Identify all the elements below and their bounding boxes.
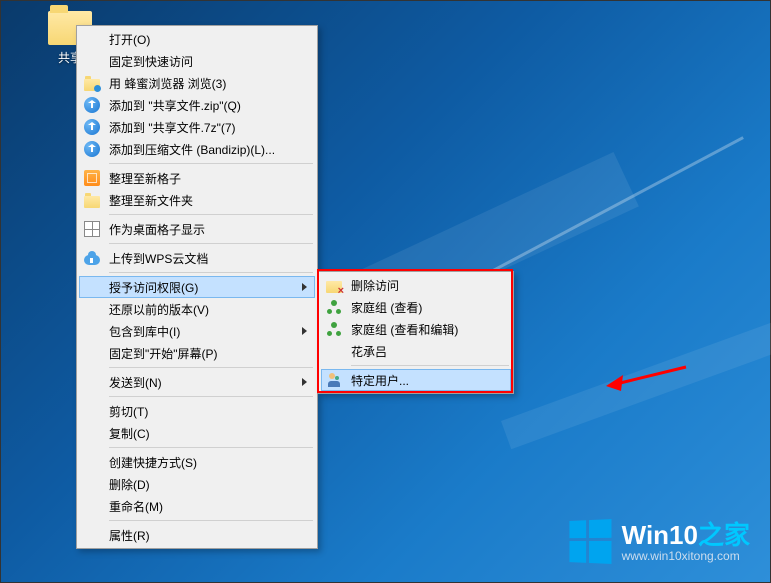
menu-restore-previous[interactable]: 还原以前的版本(V) <box>79 298 315 320</box>
homegroup-icon <box>326 321 342 337</box>
menu-copy[interactable]: 复制(C) <box>79 422 315 444</box>
menu-separator <box>109 447 313 448</box>
light-beam <box>501 250 771 449</box>
submenu-arrow-icon <box>302 327 307 335</box>
menu-create-shortcut[interactable]: 创建快捷方式(S) <box>79 451 315 473</box>
submenu-specific-users[interactable]: 特定用户... <box>321 369 511 391</box>
users-icon <box>326 372 342 388</box>
watermark-title: Win10之家 <box>622 521 750 550</box>
menu-tidy-grid[interactable]: 整理至新格子 <box>79 167 315 189</box>
grid-icon <box>84 170 100 186</box>
grid-icon <box>84 221 100 237</box>
watermark: Win10之家 www.win10xitong.com <box>568 520 750 564</box>
menu-separator <box>109 272 313 273</box>
browser-icon <box>84 79 100 91</box>
menu-cut[interactable]: 剪切(T) <box>79 400 315 422</box>
menu-tidy-folder[interactable]: 整理至新文件夹 <box>79 189 315 211</box>
menu-open[interactable]: 打开(O) <box>79 28 315 50</box>
menu-add-archive[interactable]: 添加到压缩文件 (Bandizip)(L)... <box>79 138 315 160</box>
submenu-remove-access[interactable]: 删除访问 <box>321 274 511 296</box>
archive-icon <box>84 119 100 135</box>
menu-add-7z[interactable]: 添加到 "共享文件.7z"(7) <box>79 116 315 138</box>
menu-grant-access[interactable]: 授予访问权限(G) <box>79 276 315 298</box>
menu-separator <box>109 163 313 164</box>
submenu-arrow-icon <box>302 283 307 291</box>
menu-include-library[interactable]: 包含到库中(I) <box>79 320 315 342</box>
menu-separator <box>109 243 313 244</box>
menu-add-zip[interactable]: 添加到 "共享文件.zip"(Q) <box>79 94 315 116</box>
menu-pin-quick-access[interactable]: 固定到快速访问 <box>79 50 315 72</box>
menu-show-as-grid[interactable]: 作为桌面格子显示 <box>79 218 315 240</box>
menu-separator <box>109 214 313 215</box>
submenu-arrow-icon <box>302 378 307 386</box>
folder-icon <box>84 196 100 208</box>
submenu-user[interactable]: 花承吕 <box>321 340 511 362</box>
homegroup-icon <box>326 299 342 315</box>
menu-separator <box>109 367 313 368</box>
menu-upload-wps[interactable]: 上传到WPS云文档 <box>79 247 315 269</box>
menu-separator <box>109 520 313 521</box>
submenu-homegroup-view[interactable]: 家庭组 (查看) <box>321 296 511 318</box>
archive-icon <box>84 141 100 157</box>
context-menu: 打开(O) 固定到快速访问 用 蜂蜜浏览器 浏览(3) 添加到 "共享文件.zi… <box>76 25 318 549</box>
menu-rename[interactable]: 重命名(M) <box>79 495 315 517</box>
menu-properties[interactable]: 属性(R) <box>79 524 315 546</box>
submenu-homegroup-edit[interactable]: 家庭组 (查看和编辑) <box>321 318 511 340</box>
menu-pin-start[interactable]: 固定到"开始"屏幕(P) <box>79 342 315 364</box>
menu-separator <box>109 396 313 397</box>
cloud-icon <box>84 255 100 265</box>
menu-send-to[interactable]: 发送到(N) <box>79 371 315 393</box>
archive-icon <box>84 97 100 113</box>
grant-access-submenu: 删除访问 家庭组 (查看) 家庭组 (查看和编辑) 花承吕 特定用户... <box>318 271 514 394</box>
menu-browse-honey[interactable]: 用 蜂蜜浏览器 浏览(3) <box>79 72 315 94</box>
windows-logo-icon <box>569 519 612 565</box>
menu-separator <box>351 365 509 366</box>
remove-access-icon <box>326 281 342 293</box>
watermark-url: www.win10xitong.com <box>622 550 750 563</box>
menu-delete[interactable]: 删除(D) <box>79 473 315 495</box>
